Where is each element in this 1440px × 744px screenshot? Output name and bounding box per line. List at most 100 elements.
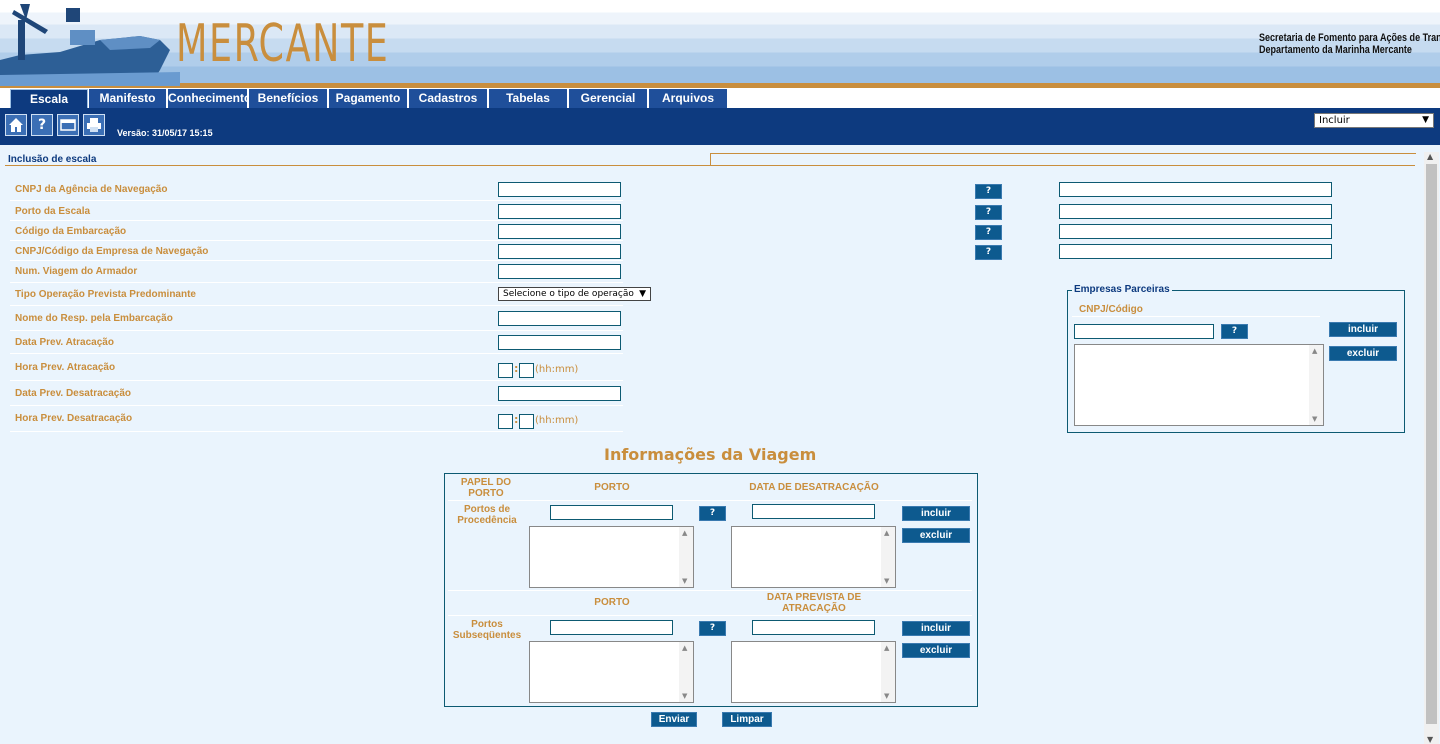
tab-manifesto[interactable]: Manifesto (89, 89, 167, 108)
scrollbar[interactable]: ▲ ▼ (881, 527, 895, 587)
main-content: Inclusão de escala CNPJ da Agência de Na… (0, 145, 1440, 744)
section-title: Inclusão de escala (8, 154, 97, 165)
porto-subsequente-input[interactable] (550, 620, 673, 635)
info-viagem-title: Informações da Viagem (604, 445, 817, 464)
scrollbar[interactable]: ▲ ▼ (1309, 345, 1323, 425)
label-tipo-operacao: Tipo Operação Prevista Predominante (15, 289, 196, 300)
portos-procedencia-list[interactable]: ▲ ▼ (529, 526, 694, 588)
hora-atracacao-hh[interactable] (498, 363, 513, 378)
header-porto-sub: PORTO (594, 597, 630, 608)
action-select[interactable]: Incluir ▼ (1314, 113, 1434, 128)
tipo-operacao-value: Selecione o tipo de operação (503, 289, 634, 299)
portos-subsequentes-list[interactable]: ▲ ▼ (529, 641, 694, 703)
data-desatracacao-input[interactable] (498, 386, 621, 401)
nome-resp-input[interactable] (498, 311, 621, 326)
data-atracacao-subsequente-input[interactable] (752, 620, 875, 635)
hora-desatracacao-mm[interactable] (519, 414, 534, 429)
scrollbar[interactable]: ▲ ▼ (679, 527, 693, 587)
label-data-atracacao: Data Prev. Atracação (15, 337, 114, 348)
lookup-cnpj-agencia-button[interactable]: ? (975, 184, 1002, 199)
home-icon[interactable] (5, 114, 27, 136)
row-divider (10, 220, 623, 221)
header-porto: PORTO (594, 482, 630, 493)
scrollbar-thumb[interactable] (1426, 164, 1437, 724)
row-divider (10, 240, 623, 241)
hhmm-hint: (hh:mm) (535, 364, 579, 375)
lookup-porto-procedencia-button[interactable]: ? (699, 506, 726, 521)
cnpj-agencia-input[interactable] (498, 182, 621, 197)
datas-desatracacao-list[interactable]: ▲ ▼ (731, 526, 896, 588)
hora-desatracacao-hh[interactable] (498, 414, 513, 429)
subsequente-excluir-button[interactable]: excluir (902, 643, 970, 658)
agency-name: Secretaria de Fomento para Ações de Tran… (1259, 32, 1440, 56)
tab-tabelas[interactable]: Tabelas (489, 89, 568, 108)
logo-text: MERCANTE (176, 14, 390, 74)
version-text: Versão: 31/05/17 15:15 (117, 128, 213, 138)
procedencia-excluir-button[interactable]: excluir (902, 528, 970, 543)
empresa-excluir-button[interactable]: excluir (1329, 346, 1397, 361)
row-divider (10, 282, 623, 283)
tab-cadastros[interactable]: Cadastros (409, 89, 488, 108)
scroll-up-icon: ▲ (682, 529, 688, 537)
tab-beneficios[interactable]: Benefícios (249, 89, 328, 108)
porto-escala-input[interactable] (498, 204, 621, 219)
data-atracacao-input[interactable] (498, 335, 621, 350)
tab-pagamento[interactable]: Pagamento (329, 89, 408, 108)
label-portos-subsequentes: Portos Subseqüentes (452, 619, 522, 641)
scroll-up-icon: ▲ (1427, 152, 1434, 161)
enviar-button[interactable]: Enviar (651, 712, 697, 727)
lookup-codigo-embarcacao-button[interactable]: ? (975, 225, 1002, 240)
header-data-desatracacao: DATA DE DESATRACAÇÃO (749, 482, 879, 493)
scrollbar[interactable]: ▲ ▼ (679, 642, 693, 702)
tab-escala[interactable]: Escala (10, 89, 88, 108)
lookup-empresa-button[interactable]: ? (1221, 324, 1248, 339)
colon-separator: : (514, 362, 519, 375)
codigo-embarcacao-desc (1059, 224, 1332, 239)
codigo-embarcacao-input[interactable] (498, 224, 621, 239)
lookup-porto-subsequente-button[interactable]: ? (699, 621, 726, 636)
num-viagem-input[interactable] (498, 264, 621, 279)
label-data-desatracacao: Data Prev. Desatracação (15, 388, 131, 399)
empresa-incluir-button[interactable]: incluir (1329, 322, 1397, 337)
tab-gerencial[interactable]: Gerencial (569, 89, 648, 108)
procedencia-incluir-button[interactable]: incluir (902, 506, 970, 521)
row-divider (10, 330, 623, 331)
tipo-operacao-select[interactable]: Selecione o tipo de operação ▼ (498, 287, 651, 301)
scrollbar[interactable]: ▲ ▼ (881, 642, 895, 702)
print-icon[interactable] (83, 114, 105, 136)
label-codigo-embarcacao: Código da Embarcação (15, 226, 127, 237)
row-divider (10, 380, 623, 381)
label-hora-atracacao: Hora Prev. Atracação (15, 362, 116, 373)
colon-separator: : (514, 413, 519, 426)
row-divider (10, 405, 623, 406)
label-nome-resp: Nome do Resp. pela Embarcação (15, 313, 173, 324)
scroll-down-icon: ▼ (884, 577, 890, 585)
label-porto-escala: Porto da Escala (15, 206, 91, 217)
section-divider-notch (710, 153, 1416, 165)
empresa-cnpj-input[interactable] (1074, 324, 1214, 339)
porto-procedencia-input[interactable] (550, 505, 673, 520)
lookup-porto-escala-button[interactable]: ? (975, 205, 1002, 220)
scroll-down-icon: ▼ (682, 577, 688, 585)
empresas-list[interactable]: ▲ ▼ (1074, 344, 1324, 426)
header-banner: MERCANTE Secretaria de Fomento para Açõe… (0, 0, 1440, 88)
help-icon[interactable]: ? (31, 114, 53, 136)
scroll-down-icon: ▼ (1312, 415, 1318, 423)
subsequente-incluir-button[interactable]: incluir (902, 621, 970, 636)
scroll-down-icon: ▼ (1427, 735, 1434, 744)
window-icon[interactable] (57, 114, 79, 136)
limpar-button[interactable]: Limpar (722, 712, 772, 727)
label-num-viagem: Num. Viagem do Armador (15, 266, 138, 277)
tab-conhecimento[interactable]: Conhecimento (168, 89, 251, 108)
chevron-down-icon: ▼ (639, 289, 646, 299)
tab-arquivos[interactable]: Arquivos (649, 89, 728, 108)
lookup-cnpj-empresa-button[interactable]: ? (975, 245, 1002, 260)
cnpj-empresa-input[interactable] (498, 244, 621, 259)
ship-logo-icon (0, 4, 180, 86)
label-cnpj-agencia: CNPJ da Agência de Navegação (15, 184, 168, 195)
toolbar: ? Versão: 31/05/17 15:15 Incluir ▼ (0, 108, 1440, 145)
datas-atracacao-list[interactable]: ▲ ▼ (731, 641, 896, 703)
hora-atracacao-mm[interactable] (519, 363, 534, 378)
data-desatracacao-procedencia-input[interactable] (752, 504, 875, 519)
row-divider (1072, 316, 1320, 317)
